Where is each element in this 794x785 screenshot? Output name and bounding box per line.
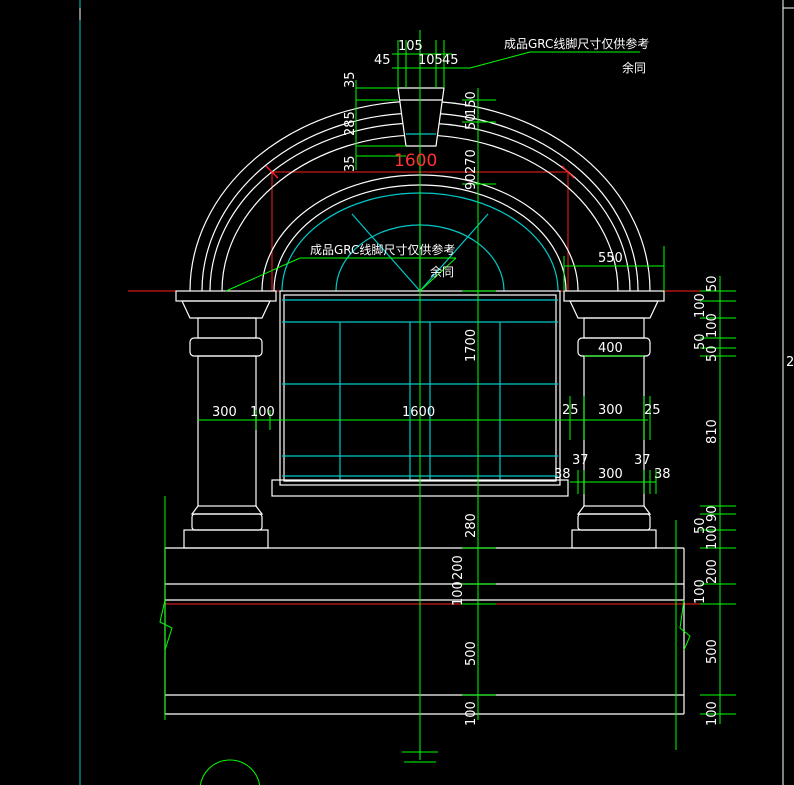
dim-left-column: 300 (212, 405, 237, 420)
dim-center-280: 280 (464, 513, 479, 538)
center-chain-labels: 280 200 100 500 100 (451, 513, 479, 726)
dim-base-a: 37 (572, 453, 589, 468)
dim-window-width: 1600 (402, 405, 435, 420)
dim-right-r1: 25 (562, 403, 579, 418)
right-chain-labels: 50 100 50 100 50 810 50 90 100 200 100 5… (693, 275, 720, 726)
dim-right-r2: 300 (598, 403, 623, 418)
keystone (397, 87, 445, 147)
section-marker (199, 759, 261, 785)
dim-center-v2: 270 (464, 149, 479, 174)
base-wall (164, 547, 685, 715)
dim-keystone-h2: 285 (343, 111, 358, 136)
dim-keystone-total: 105 (398, 39, 423, 54)
dim-base-b: 37 (634, 453, 651, 468)
dim-right-7: 90 (705, 505, 720, 522)
grc-note-top: 成品GRC线脚尺寸仅供参考 (504, 36, 649, 51)
dim-keystone-h3: 35 (343, 155, 358, 172)
dim-base-c: 38 (554, 467, 571, 482)
dim-center-v3: 150 (464, 91, 479, 116)
dim-keystone-mid: 105 (418, 53, 443, 68)
same-note-top: 余同 (622, 60, 646, 75)
dim-center-500: 500 (464, 641, 479, 666)
dim-base-d: 300 (598, 467, 623, 482)
dim-arch-span: 1600 (394, 151, 437, 171)
dim-keystone-right: 45 (442, 53, 459, 68)
dim-right-10: 100 (693, 579, 708, 604)
dim-right-5: 810 (705, 419, 720, 444)
cad-drawing: 成品GRC线脚尺寸仅供参考 余同 成品GRC线脚尺寸仅供参考 余同 105 45… (79, 0, 794, 785)
dim-center-100a: 100 (451, 581, 466, 606)
grc-note-mid: 成品GRC线脚尺寸仅供参考 (310, 242, 455, 257)
same-note-mid: 余同 (430, 264, 454, 279)
datum-lines (128, 171, 736, 605)
dim-left-gap: 100 (250, 405, 275, 420)
dim-right-11: 500 (705, 639, 720, 664)
dim-right-r3: 25 (644, 403, 661, 418)
dim-right-3: 100 (705, 313, 720, 338)
break-marks (159, 599, 691, 651)
dim-right-8: 100 (705, 525, 720, 550)
dim-center-v4: 90 (464, 173, 479, 190)
dim-right-0: 50 (705, 275, 720, 292)
dim-right-ext: 550 (598, 251, 623, 266)
dim-capital-width: 400 (598, 341, 623, 356)
dim-window-height: 1700 (464, 329, 479, 362)
dim-center-100b: 100 (464, 701, 479, 726)
dim-right-12: 100 (705, 701, 720, 726)
dim-center-200: 200 (451, 555, 466, 580)
section-cut-label: 2 (786, 355, 794, 370)
dim-keystone-h1: 35 (343, 71, 358, 88)
dim-keystone-left: 45 (374, 53, 391, 68)
dimension-lines (164, 30, 736, 763)
dim-base-e: 38 (654, 467, 671, 482)
dim-right-4: 50 (705, 345, 720, 362)
